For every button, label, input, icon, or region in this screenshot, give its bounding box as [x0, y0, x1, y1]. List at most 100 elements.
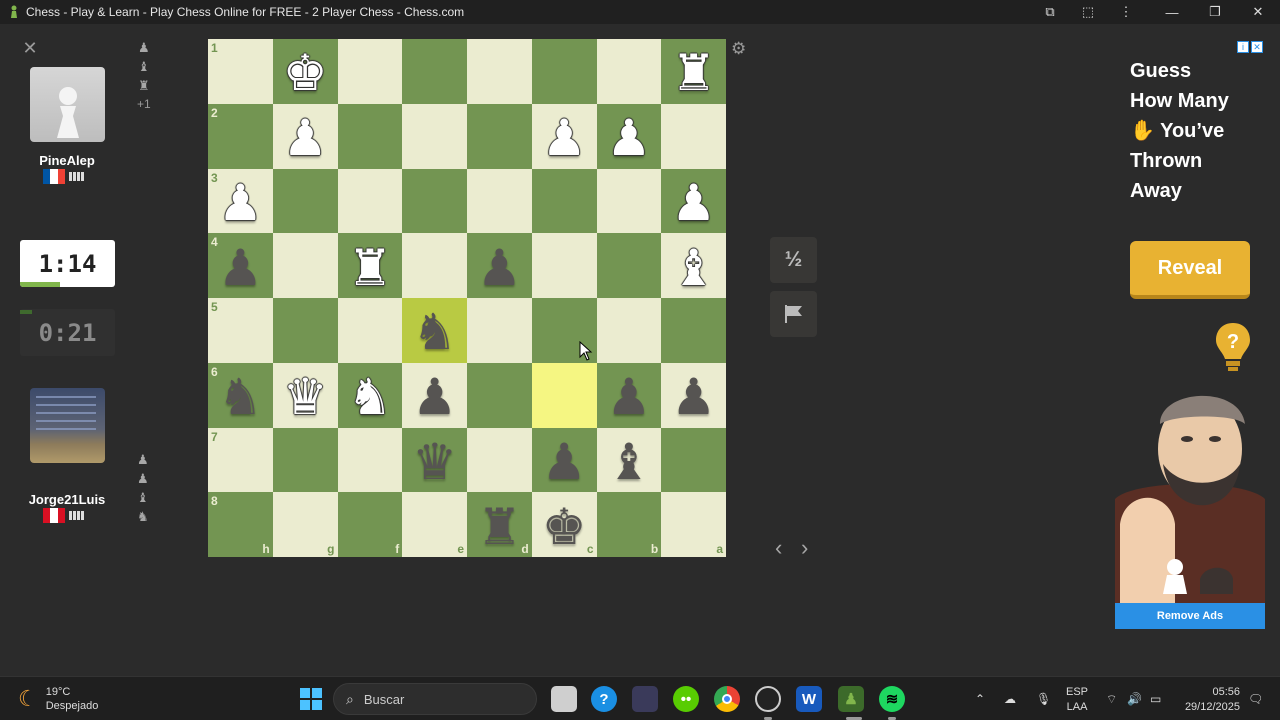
task-view-icon[interactable]	[551, 686, 577, 712]
bottom-player-name[interactable]: Jorge21Luis	[12, 492, 122, 507]
remove-ads-button[interactable]: Remove Ads	[1115, 603, 1265, 629]
white-knight-icon[interactable]: ♞	[347, 372, 392, 422]
square-f2[interactable]	[337, 103, 403, 169]
black-pawn-icon[interactable]: ♟	[218, 243, 263, 293]
square-d3[interactable]	[467, 168, 532, 234]
square-d1[interactable]	[467, 39, 532, 104]
square-f7[interactable]	[337, 427, 403, 493]
more-options-icon[interactable]: ⋮	[1106, 0, 1146, 24]
square-d4[interactable]: ♟	[467, 233, 532, 298]
black-pawn-icon[interactable]: ♟	[542, 437, 587, 487]
square-e4[interactable]	[402, 233, 467, 298]
square-b6[interactable]: ♟	[596, 362, 662, 428]
square-a5[interactable]	[661, 298, 726, 363]
white-pawn-icon[interactable]: ♟	[606, 113, 651, 163]
chevron-left-icon[interactable]: ‹	[775, 535, 782, 561]
word-icon[interactable]: W	[796, 686, 822, 712]
extensions-icon[interactable]: ⬚	[1068, 0, 1108, 24]
square-f1[interactable]	[337, 39, 403, 104]
app-avatar-icon[interactable]	[632, 686, 658, 712]
black-pawn-icon[interactable]: ♟	[671, 372, 716, 422]
square-g6[interactable]: ♛	[272, 362, 338, 428]
square-g1[interactable]: ♚	[272, 39, 338, 104]
square-f3[interactable]	[337, 168, 403, 234]
gear-icon[interactable]: ⚙	[731, 39, 746, 59]
black-pawn-icon[interactable]: ♟	[477, 243, 522, 293]
square-h4[interactable]: 4 ♟	[208, 233, 273, 298]
black-bishop-icon[interactable]: ♝	[606, 437, 651, 487]
white-rook-icon[interactable]: ♜	[671, 48, 716, 98]
square-h1[interactable]: 1	[208, 39, 273, 104]
square-e6[interactable]: ♟	[402, 362, 467, 428]
translate-icon[interactable]: ⧉	[1030, 0, 1070, 24]
avatar-bottom-player[interactable]	[30, 388, 105, 463]
square-f6[interactable]: ♞	[337, 362, 403, 428]
offer-draw-button[interactable]: ½	[770, 237, 817, 283]
square-b4[interactable]	[596, 233, 662, 298]
white-rook-icon[interactable]: ♜	[347, 243, 392, 293]
square-a7[interactable]	[661, 427, 726, 493]
duolingo-icon[interactable]: ••	[673, 686, 699, 712]
square-g3[interactable]	[272, 168, 338, 234]
white-pawn-icon[interactable]: ♟	[218, 178, 263, 228]
square-h8[interactable]: 8h	[208, 492, 273, 557]
square-f4[interactable]: ♜	[337, 233, 403, 298]
wifi-icon[interactable]: ⌔	[1106, 677, 1117, 720]
help-icon[interactable]: ?	[591, 686, 617, 712]
white-queen-icon[interactable]: ♛	[283, 372, 328, 422]
black-king-icon[interactable]: ♚	[542, 502, 587, 552]
square-h3[interactable]: 3 ♟	[208, 168, 273, 234]
square-c6[interactable]	[531, 362, 597, 428]
square-a4[interactable]: ♝	[661, 233, 726, 298]
black-knight-icon[interactable]: ♞	[218, 372, 263, 422]
white-pawn-icon[interactable]: ♟	[671, 178, 716, 228]
chess-board[interactable]: 1 ♚ ♜ 2 ♟ ♟ ♟ 3 ♟ ♟ 4 ♟ ♜ ♟ ♝ 5 ♞ 6 ♞ ♛ ♞ ♟ ♟ ♟ 7 ♛ ♟ ♝ 8 h g f e d ♜ c ♚ b a	[208, 39, 726, 557]
square-a8[interactable]: a	[661, 492, 726, 557]
square-d2[interactable]	[467, 103, 532, 169]
clock-widget[interactable]: 05:56 29/12/2025	[1178, 685, 1240, 715]
close-window-button[interactable]: ✕	[1238, 0, 1278, 24]
white-king-icon[interactable]: ♚	[283, 48, 328, 98]
square-e2[interactable]	[402, 103, 467, 169]
white-pawn-icon[interactable]: ♟	[283, 113, 328, 163]
language-indicator[interactable]: ESP LAA	[1066, 685, 1088, 715]
square-h7[interactable]: 7	[208, 427, 273, 493]
weather-widget[interactable]: ☾ 19°C Despejado	[18, 685, 98, 713]
show-hidden-icons-chevron-icon[interactable]: ⌃	[975, 677, 985, 720]
white-pawn-icon[interactable]: ♟	[542, 113, 587, 163]
square-h2[interactable]: 2	[208, 103, 273, 169]
square-b2[interactable]: ♟	[596, 103, 662, 169]
chess-app-icon[interactable]: ♟	[838, 686, 864, 712]
obs-icon[interactable]	[755, 686, 781, 712]
square-b1[interactable]	[596, 39, 662, 104]
volume-icon[interactable]: 🔊	[1127, 677, 1142, 720]
maximize-button[interactable]: ❐	[1195, 0, 1235, 24]
square-e3[interactable]	[402, 168, 467, 234]
square-d8[interactable]: d ♜	[467, 492, 532, 557]
ad-choices-icon[interactable]: i ✕	[1237, 41, 1263, 53]
close-icon[interactable]: ✕	[20, 38, 40, 58]
square-g4[interactable]	[272, 233, 338, 298]
square-a1[interactable]: ♜	[661, 39, 726, 104]
avatar-top-player[interactable]	[30, 67, 105, 142]
windows-start-icon[interactable]	[298, 686, 324, 712]
square-b5[interactable]	[596, 298, 662, 363]
black-queen-icon[interactable]: ♛	[412, 437, 457, 487]
square-d7[interactable]	[467, 427, 532, 493]
square-g7[interactable]	[272, 427, 338, 493]
square-g2[interactable]: ♟	[272, 103, 338, 169]
microphone-icon[interactable]: 🎙	[1036, 677, 1051, 720]
battery-icon[interactable]: ▭	[1150, 677, 1161, 720]
square-f5[interactable]	[337, 298, 403, 363]
notification-icon[interactable]: 🗨	[1248, 677, 1263, 720]
square-d5[interactable]	[467, 298, 532, 363]
black-rook-icon[interactable]: ♜	[477, 502, 522, 552]
black-pawn-icon[interactable]: ♟	[606, 372, 651, 422]
black-pawn-icon[interactable]: ♟	[412, 372, 457, 422]
square-a2[interactable]	[661, 103, 726, 169]
square-c4[interactable]	[531, 233, 597, 298]
taskbar-search-input[interactable]: ⌕ Buscar	[333, 683, 537, 715]
square-b3[interactable]	[596, 168, 662, 234]
chevron-right-icon[interactable]: ›	[801, 535, 808, 561]
square-h5[interactable]: 5	[208, 298, 273, 363]
